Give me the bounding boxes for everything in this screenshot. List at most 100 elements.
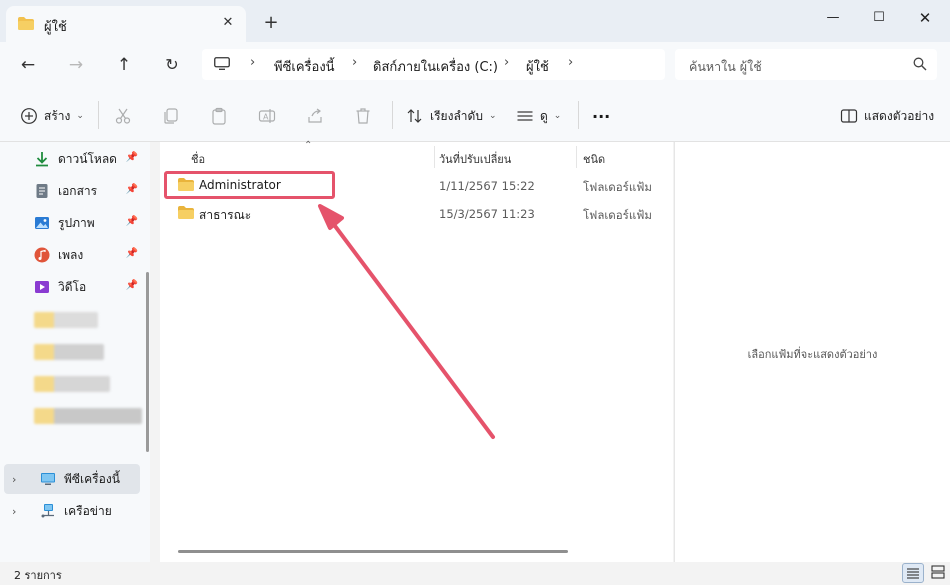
search-icon <box>913 57 927 71</box>
file-type: โฟลเดอร์แฟ้ม <box>583 208 652 222</box>
address-bar[interactable]: › พีซีเครื่องนี้ › ดิสก์ภายในเครื่อง (C:… <box>202 49 665 80</box>
pictures-icon <box>35 217 49 229</box>
chevron-down-icon: ⌄ <box>488 111 497 121</box>
breadcrumb-local-disk[interactable]: ดิสก์ภายในเครื่อง (C:) <box>373 56 498 77</box>
maximize-button[interactable]: ☐ <box>856 4 902 32</box>
copy-button[interactable] <box>162 105 180 127</box>
preview-message: เลือกแฟ้มที่จะแสดงตัวอย่าง <box>747 348 878 361</box>
chevron-right-icon[interactable]: › <box>568 55 573 70</box>
sidebar-scrollbar[interactable] <box>146 272 149 452</box>
sort-button[interactable]: เรียงลำดับ ⌄ <box>406 105 497 127</box>
chevron-right-icon[interactable]: › <box>12 473 26 486</box>
minimize-button[interactable]: — <box>810 4 856 32</box>
horizontal-scrollbar[interactable] <box>178 550 568 553</box>
up-arrow-icon[interactable]: ↑ <box>110 51 138 79</box>
back-arrow-icon[interactable]: ← <box>14 51 42 79</box>
share-icon <box>308 108 322 123</box>
copy-icon <box>164 108 178 124</box>
breadcrumb-users[interactable]: ผู้ใช้ <box>526 56 549 77</box>
list-view-icon <box>517 111 533 121</box>
sidebar-item-label: รูปภาพ <box>58 215 95 230</box>
command-bar: สร้าง ⌄ A เรียงลำดับ ⌄ ดู ⌄ ··· แสดงตัวอ… <box>0 88 950 142</box>
blurred-folder[interactable] <box>34 376 110 392</box>
table-row[interactable]: สาธารณะ 15/3/2567 11:23 โฟลเดอร์แฟ้ม <box>168 200 668 228</box>
blurred-folder[interactable] <box>34 344 104 360</box>
close-window-button[interactable]: ✕ <box>902 4 948 32</box>
new-button[interactable]: สร้าง ⌄ <box>20 105 84 127</box>
sidebar-item-downloads[interactable]: ดาวน์โหลด 📌 <box>34 149 142 169</box>
plus-circle-icon <box>21 108 37 124</box>
refresh-icon[interactable]: ↻ <box>158 51 186 79</box>
breadcrumb-this-pc[interactable]: พีซีเครื่องนี้ <box>274 56 335 77</box>
blurred-folder[interactable] <box>34 312 98 328</box>
sidebar-item-documents[interactable]: เอกสาร 📌 <box>34 181 142 201</box>
sidebar-item-pictures[interactable]: รูปภาพ 📌 <box>34 213 142 233</box>
column-separator[interactable] <box>576 146 577 168</box>
search-input[interactable]: ค้นหาใน ผู้ใช้ <box>675 49 937 80</box>
video-icon <box>35 281 49 293</box>
file-list: ⌃ ชื่อ วันที่ปรับเปลี่ยน ชนิด Administra… <box>160 140 673 562</box>
computer-icon <box>214 57 230 70</box>
more-options-button[interactable]: ··· <box>592 105 610 127</box>
file-name: สาธารณะ <box>199 208 252 222</box>
sidebar-item-label: ดาวน์โหลด <box>58 151 117 166</box>
new-label: สร้าง <box>44 108 71 123</box>
scissors-icon <box>115 108 131 124</box>
view-button[interactable]: ดู ⌄ <box>516 105 561 127</box>
details-view-icon <box>907 568 919 579</box>
cut-button[interactable] <box>114 105 132 127</box>
pin-icon[interactable]: 📌 <box>126 152 138 163</box>
file-type: โฟลเดอร์แฟ้ม <box>583 180 652 194</box>
share-button[interactable] <box>306 105 324 127</box>
view-label: ดู <box>540 108 548 123</box>
tab-users[interactable]: ผู้ใช้ ✕ <box>6 6 246 42</box>
details-view-button[interactable] <box>902 563 924 583</box>
preview-pane-icon <box>840 109 858 123</box>
pin-icon[interactable]: 📌 <box>126 248 138 259</box>
folder-icon <box>18 17 34 30</box>
tab-title: ผู้ใช้ <box>44 20 67 35</box>
details-pane-button[interactable]: แสดงตัวอย่าง <box>840 105 934 127</box>
chevron-right-icon[interactable]: › <box>250 55 255 70</box>
sidebar-item-network[interactable]: › เครือข่าย <box>12 501 112 521</box>
tiles-view-button[interactable] <box>928 563 950 583</box>
sidebar-item-label: เพลง <box>58 247 84 262</box>
navigation-pane: ดาวน์โหลด 📌 เอกสาร 📌 รูปภาพ 📌 เพลง 📌 วิด… <box>0 142 150 562</box>
new-tab-button[interactable]: + <box>260 12 282 34</box>
music-icon <box>34 247 50 263</box>
download-icon <box>36 152 48 167</box>
network-icon <box>41 504 54 518</box>
sidebar-item-label: เครือข่าย <box>64 503 112 518</box>
pin-icon[interactable]: 📌 <box>126 184 138 195</box>
blurred-folder[interactable] <box>34 408 142 424</box>
sidebar-item-this-pc[interactable]: › พีซีเครื่องนี้ <box>12 469 120 489</box>
pin-icon[interactable]: 📌 <box>126 216 138 227</box>
chevron-down-icon: ⌄ <box>76 111 84 121</box>
sidebar-item-videos[interactable]: วิดีโอ 📌 <box>34 277 142 297</box>
highlight-box <box>164 171 335 199</box>
forward-arrow-icon[interactable]: → <box>62 51 90 79</box>
chevron-right-icon[interactable]: › <box>504 55 509 70</box>
paste-button[interactable] <box>210 105 228 127</box>
sidebar-item-music[interactable]: เพลง 📌 <box>34 245 142 265</box>
sort-icon <box>407 109 422 123</box>
chevron-right-icon[interactable]: › <box>12 505 26 518</box>
rename-icon: A <box>258 109 276 123</box>
close-tab-icon[interactable]: ✕ <box>218 13 238 33</box>
divider <box>98 101 99 129</box>
rename-button[interactable]: A <box>258 105 276 127</box>
divider <box>392 101 393 129</box>
item-count: 2 รายการ <box>14 569 62 582</box>
chevron-down-icon: ⌄ <box>553 111 562 121</box>
tiles-view-icon <box>931 565 945 579</box>
column-separator[interactable] <box>434 146 435 168</box>
chevron-right-icon[interactable]: › <box>352 55 357 70</box>
preview-pane: เลือกแฟ้มที่จะแสดงตัวอย่าง <box>674 142 950 562</box>
sidebar-item-label: วิดีโอ <box>58 279 87 294</box>
pin-icon[interactable]: 📌 <box>126 280 138 291</box>
column-header-type[interactable]: ชนิด <box>583 150 605 168</box>
trash-icon <box>356 108 370 124</box>
column-header-name[interactable]: ชื่อ <box>191 150 205 168</box>
column-header-date[interactable]: วันที่ปรับเปลี่ยน <box>439 150 511 168</box>
delete-button[interactable] <box>354 105 372 127</box>
